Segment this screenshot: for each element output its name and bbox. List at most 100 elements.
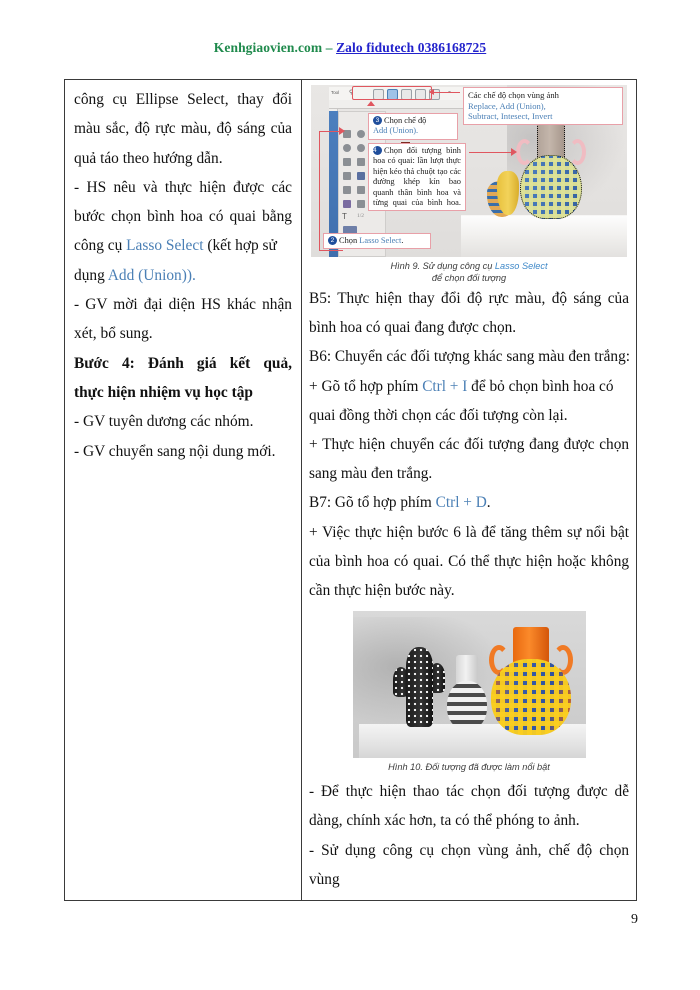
right-line-note1-1: + Việc thực hiện bước 6 là để tăng thêm … [309, 523, 629, 541]
airbrush-icon[interactable] [343, 186, 351, 194]
vase-handle-right [569, 139, 586, 165]
pencil-icon[interactable] [343, 172, 351, 180]
b6-prefix: + Gõ tổ hợp phím [309, 377, 423, 395]
cactus-object-grayscale [392, 647, 445, 728]
color-vase-body [490, 659, 571, 736]
left-line: bước chọn bình hoa có quai bằng [74, 208, 292, 226]
figure-9-caption: Hình 9. Sử dụng công cụ Lasso Select để … [309, 260, 629, 284]
right-line-b7: B7: Gõ tổ hợp phím Ctrl + D. [309, 488, 629, 517]
zalo-contact-link[interactable]: Zalo fidutech 0386168725 [336, 40, 486, 55]
left-line: màu sắc, độ rực màu, độ sáng của [74, 120, 292, 138]
left-line: xét, bổ sung. [74, 325, 153, 343]
callout2-prefix: Chọn [339, 236, 360, 245]
measure-tool-icon[interactable]: 1/2 [357, 213, 364, 219]
lasso-line-prefix: công cụ [74, 237, 127, 255]
callout-step-2: 2 Chọn Lasso Select. [323, 233, 431, 250]
term-add-union: Add (Union)) [107, 266, 192, 284]
table-column-right: Tool ⚲ ⚬ [302, 80, 636, 900]
callout-step-3: 3 Chọn chế độ Add (Union). [368, 113, 458, 140]
figure-10-caption: Hình 10. Đối tượng đã được làm nổi bật [388, 762, 550, 773]
fig9-caption-line2: để chọn đối tượng [431, 273, 507, 283]
left-line: công cụ Ellipse Select, thay đổi [74, 91, 292, 108]
callout-selection-modes: Các chế độ chọn vùng ảnh Replace, Add (U… [463, 87, 623, 125]
handled-vase-object-color [488, 627, 573, 736]
smudge-icon[interactable] [343, 200, 351, 208]
callout4-text: Chọn đối tượng bình hoa có quai: lần lượ… [373, 146, 461, 208]
striped-vase-object-grayscale [445, 655, 489, 730]
right-line-b6-2: + Gõ tổ hợp phím Ctrl + I để bỏ chọn bìn… [309, 372, 629, 401]
step-badge-4: 4 [373, 146, 382, 155]
move-icon[interactable] [343, 158, 351, 166]
text-tool-icon[interactable]: T [342, 212, 347, 221]
paintbrush-icon[interactable] [357, 172, 365, 180]
document-page: Kenhgiaovien.com – Zalo fidutech 0386168… [0, 0, 700, 990]
callout-step-4: 4 Chọn đối tượng bình hoa có quai: lần lư… [368, 143, 466, 212]
right-line-note2-2: dàng, chính xác hơn, ta có thể phóng to … [309, 812, 580, 830]
right-line-note3-1: - Sử dụng công cụ chọn vùng ảnh, chế độ … [309, 841, 629, 888]
left-heading-buoc4-cont: thực hiện nhiệm vụ học tập [74, 383, 253, 401]
callout-modes-title: Các chế độ chọn vùng ảnh [468, 90, 559, 100]
right-line-note2-1: - Để thực hiện thao tác chọn đối tượng đ… [309, 783, 629, 801]
left-line: - HS nêu và thực hiện được các [74, 178, 292, 196]
add-line-suffix: . [192, 266, 196, 284]
tool-options-label: Tool [331, 90, 340, 95]
page-number: 9 [631, 912, 638, 927]
lasso-line-suffix: (kết hợp sử [203, 237, 277, 255]
right-line-note1-2: của bình hoa có quai. Có thể thực hiện h… [309, 552, 629, 570]
gray-vase-body [446, 681, 487, 730]
right-line-b6-4: + Thực hiện chuyển các đối tượng đang đư… [309, 436, 629, 454]
annotation-rect-modes [352, 86, 432, 100]
b7-prefix: B7: Gõ tổ hợp phím [309, 494, 436, 512]
figure-9-image: Tool ⚲ ⚬ [311, 85, 627, 257]
annotation-arrow-toolbox [339, 127, 345, 135]
callout3-row2: Add (Union). [373, 126, 453, 136]
b7-suffix: . [486, 494, 491, 512]
annotation-arrow-addmode [367, 101, 375, 106]
callout3-text: Chọn chế độ [384, 116, 427, 125]
vase-body [520, 155, 582, 219]
right-line-b5-1: B5: Thực hiện thay đổi độ rực màu, độ sá… [309, 290, 629, 307]
left-line-add: dụng Add (Union)). [74, 261, 292, 290]
right-line-b6-5: sang màu đen trắng. [309, 465, 433, 483]
shortcut-ctrl-i: Ctrl + I [422, 377, 468, 395]
left-heading-buoc4: Bước 4: Đánh giá kết quả, [74, 354, 292, 372]
header-separator: – [322, 40, 337, 55]
left-line-lasso: công cụ Lasso Select (kết hợp sử [74, 231, 292, 260]
content-table: công cụ Ellipse Select, thay đổi màu sắc… [64, 79, 637, 901]
right-line-note3-2: ảnh phù hợp cho phép ta có thể chọn được… [309, 894, 629, 900]
annotation-arrow-vase [511, 148, 517, 156]
free-select-icon[interactable] [357, 130, 365, 138]
site-header: Kenhgiaovien.com – Zalo fidutech 0386168… [0, 40, 700, 56]
zoom-icon[interactable] [357, 144, 365, 152]
callout3-term-union: (Union). [387, 126, 419, 136]
site-brand: Kenhgiaovien.com [213, 40, 323, 55]
right-line-note1-3: cần thực hiện bước này. [309, 582, 455, 600]
ellipse-select-icon[interactable] [343, 144, 351, 152]
annotation-left-bracket-bottom [319, 250, 343, 252]
left-line: quả táo theo hướng dẫn. [74, 149, 223, 167]
ink-icon[interactable] [357, 186, 365, 194]
figure-10-image [352, 611, 586, 759]
dodge-burn-icon[interactable] [357, 200, 365, 208]
step-badge-2: 2 [328, 236, 337, 245]
annotation-connector-modes [430, 92, 460, 94]
shortcut-ctrl-d: Ctrl + D [435, 494, 487, 512]
step-badge-3: 3 [373, 116, 382, 125]
handled-vase-object [516, 123, 586, 219]
term-lasso-select: Lasso Select [126, 237, 204, 255]
fig9-caption-prefix: Hình 9. Sử dụng công cụ [390, 261, 495, 271]
annotation-connector-vase [469, 152, 515, 154]
b6-suffix: để bỏ chọn bình hoa có [467, 377, 614, 395]
fig9-caption-term: Lasso Select [494, 261, 548, 271]
right-line-b5-2: bình hoa có quai đang được chọn. [309, 319, 517, 337]
left-line: - GV mời đại diện HS khác nhận [74, 296, 292, 314]
annotation-left-bracket [319, 131, 321, 251]
left-line: - GV tuyên dương các nhóm. [74, 413, 254, 431]
figure-10-block: Hình 10. Đối tượng đã được làm nổi bật [309, 611, 629, 773]
figure9-shelf [461, 215, 627, 257]
left-line: - GV chuyển sang nội dung mới. [74, 442, 276, 460]
bucket-fill-icon[interactable] [357, 158, 365, 166]
right-line-b6-1: B6: Chuyển các đối tượng khác sang màu đ… [309, 348, 630, 366]
table-column-left: công cụ Ellipse Select, thay đổi màu sắc… [65, 80, 302, 900]
add-line-prefix: dụng [74, 266, 108, 284]
